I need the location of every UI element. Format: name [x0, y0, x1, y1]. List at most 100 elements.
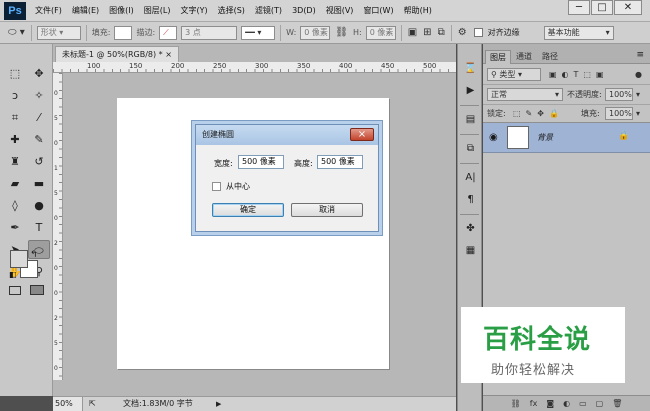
options-bar: ⬭ ▾ 形状 ▾ 填充: 描边: ⟋ 3 点 ━━ ▾ W: 0 像素 ⛓ H:… [0, 22, 650, 44]
tab-channels[interactable]: 通道 [512, 50, 536, 64]
ellipse-width-input[interactable]: 500 像素 [238, 155, 284, 169]
blend-mode-select[interactable]: 正常 ▾ [487, 88, 563, 101]
eraser-tool-icon[interactable]: ▰ [4, 174, 26, 193]
crop-tool-icon[interactable]: ⌗ [4, 108, 26, 127]
close-window-button[interactable]: ✕ [614, 0, 642, 15]
workspace-select[interactable]: 基本功能 ▾ [543, 25, 614, 40]
path-operations-icon[interactable]: ▣ [408, 27, 417, 38]
blur-tool-icon[interactable]: ◊ [4, 196, 26, 215]
fill-swatch[interactable] [114, 25, 133, 40]
workspace-value: 基本功能 [547, 27, 580, 37]
link-icon[interactable]: ⛓ [335, 27, 348, 38]
stroke-width-field[interactable]: 3 点 [181, 25, 238, 40]
align-edges-label: 对齐边缘 [487, 28, 520, 37]
clone-source-panel-icon[interactable]: ⧉ [458, 138, 483, 160]
menu-edit[interactable]: 编辑(E) [67, 0, 104, 22]
clone-stamp-tool-icon[interactable]: ♜ [4, 152, 26, 171]
new-group-icon[interactable]: ▭ [579, 399, 587, 408]
gradient-tool-icon[interactable]: ▬ [28, 174, 50, 193]
menu-view[interactable]: 视图(V) [321, 0, 359, 22]
menu-filter[interactable]: 滤镜(T) [250, 0, 287, 22]
menu-help[interactable]: 帮助(H) [399, 0, 437, 22]
swap-colors-icon[interactable]: ↰ [30, 250, 38, 260]
stroke-swatch[interactable]: ⟋ [159, 25, 178, 40]
maximize-button[interactable]: □ [591, 0, 613, 15]
swatches-panel-icon[interactable]: ▦ [458, 240, 483, 262]
eye-icon[interactable]: ◉ [489, 132, 498, 143]
move-tool-icon[interactable]: ✥ [28, 64, 50, 83]
history-brush-tool-icon[interactable]: ↺ [28, 152, 50, 171]
screen-mode-icon[interactable] [30, 285, 44, 295]
menu-image[interactable]: 图像(I) [104, 0, 139, 22]
ruler-v-tick: 0 [54, 290, 58, 297]
add-mask-icon[interactable]: ◙ [546, 399, 554, 408]
filter-toggle-icon[interactable]: ● [635, 69, 642, 81]
link-layers-icon[interactable]: ⛓ [511, 399, 521, 408]
pen-tool-icon[interactable]: ✒ [4, 218, 26, 237]
fill-dropdown-icon[interactable]: ▾ [636, 108, 640, 120]
fill-field[interactable]: 100% [605, 107, 633, 120]
foreground-color-swatch[interactable] [10, 250, 28, 268]
character-panel-icon[interactable]: A| [458, 167, 483, 189]
layer-row-background[interactable]: ◉ 背景 🔒 [483, 123, 650, 153]
layer-style-icon[interactable]: fx [530, 399, 538, 408]
magic-wand-tool-icon[interactable]: ✧ [28, 86, 50, 105]
menu-3d[interactable]: 3D(D) [287, 0, 321, 22]
menu-type[interactable]: 文字(Y) [175, 0, 212, 22]
h-label: H: [353, 28, 362, 37]
close-icon[interactable]: × [165, 50, 172, 59]
actions-panel-icon[interactable]: ▶ [458, 80, 483, 102]
ok-button[interactable]: 确定 [212, 203, 284, 217]
color-panel-icon[interactable]: ✤ [458, 218, 483, 240]
ellipse-height-input[interactable]: 500 像素 [317, 155, 363, 169]
document-tab[interactable]: 未标题-1 @ 50%(RGB/8) * × [55, 46, 179, 62]
shape-mode-select[interactable]: 形状 ▾ [36, 25, 81, 40]
tab-paths[interactable]: 路径 [538, 50, 562, 64]
width-field[interactable]: 0 像素 [300, 25, 331, 40]
ellipse-width-value: 500 像素 [242, 157, 276, 166]
ruler-h-tick: 200 [171, 62, 185, 70]
export-icon[interactable]: ⇱ [89, 397, 96, 411]
menu-layer[interactable]: 图层(L) [139, 0, 176, 22]
layer-filter-select[interactable]: ⚲ 类型 ▾ [487, 68, 541, 81]
menu-window[interactable]: 窗口(W) [358, 0, 398, 22]
divider [280, 24, 282, 41]
gear-icon[interactable]: ⚙ [458, 27, 467, 38]
menu-file[interactable]: 文件(F) [30, 0, 67, 22]
type-tool-icon[interactable]: T [28, 218, 50, 237]
from-center-checkbox[interactable] [212, 182, 221, 191]
cancel-button[interactable]: 取消 [291, 203, 363, 217]
paragraph-panel-icon[interactable]: ¶ [458, 189, 483, 211]
status-menu-arrow-icon[interactable]: ▶ [216, 397, 221, 411]
panel-menu-icon[interactable]: ≡ [636, 50, 644, 60]
marquee-tool-icon[interactable]: ⬚ [4, 64, 26, 83]
adjustment-layer-icon[interactable]: ◐ [563, 399, 570, 408]
history-panel-icon[interactable]: ⌛ [458, 58, 483, 80]
ellipse-tool-preset-icon[interactable]: ⬭ ▾ [8, 27, 25, 38]
chevron-down-icon: ▾ [554, 90, 559, 99]
quick-mask-icon[interactable] [9, 286, 21, 295]
path-alignment-icon[interactable]: ⊞ [423, 27, 431, 38]
opacity-field[interactable]: 100% [605, 88, 633, 101]
menu-select[interactable]: 选择(S) [213, 0, 250, 22]
lasso-tool-icon[interactable]: ↄ [4, 86, 26, 105]
path-arrangement-icon[interactable]: ⧉ [438, 27, 445, 38]
stroke-type-select[interactable]: ━━ ▾ [241, 25, 276, 40]
tab-layers[interactable]: 图层 [485, 50, 511, 64]
zoom-level-field[interactable]: 50% [53, 397, 83, 411]
filter-icons[interactable]: ▣◐T⬚▣ [549, 69, 609, 81]
new-layer-icon[interactable]: ▢ [596, 399, 604, 408]
lock-icons[interactable]: ⬚✎✥🔒 [513, 108, 564, 120]
height-field[interactable]: 0 像素 [365, 25, 396, 40]
brush-tool-icon[interactable]: ✎ [28, 130, 50, 149]
dialog-close-button[interactable]: × [350, 128, 374, 141]
align-edges-checkbox[interactable] [473, 28, 483, 37]
properties-panel-icon[interactable]: ▤ [458, 109, 483, 131]
opacity-dropdown-icon[interactable]: ▾ [636, 89, 640, 101]
trash-icon[interactable]: 🗑 [612, 399, 622, 408]
dodge-tool-icon[interactable]: ● [28, 196, 50, 215]
minimize-button[interactable]: ─ [568, 0, 590, 15]
default-colors-icon[interactable]: ◧ [9, 270, 17, 279]
healing-brush-tool-icon[interactable]: ✚ [4, 130, 26, 149]
eyedropper-tool-icon[interactable]: ⁄ [28, 108, 50, 127]
